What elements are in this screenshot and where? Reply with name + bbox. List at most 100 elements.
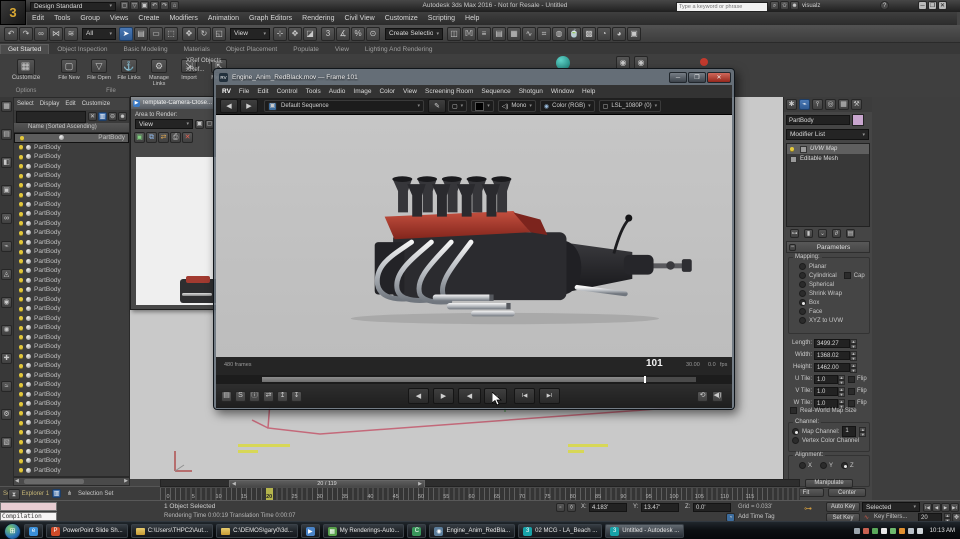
tray-autodesk-icon[interactable] — [881, 528, 887, 534]
selection-filter-select[interactable]: All▾ — [82, 28, 116, 40]
tray-leaf-icon[interactable] — [890, 528, 896, 534]
list-item[interactable]: PartBody — [14, 390, 129, 400]
visibility-bulb-icon[interactable] — [19, 459, 23, 463]
menu-item-modifiers[interactable]: Modifiers — [164, 13, 202, 25]
menu-item-views[interactable]: Views — [105, 13, 134, 25]
unlink-icon[interactable]: ⋈ — [49, 27, 63, 41]
taskbar-item-02-mcg-la-beach[interactable]: 302 MCG - LA_Beach ... — [518, 524, 602, 538]
param-field-u-tile[interactable]: U Tile:1.0▲▼Flip — [786, 373, 871, 385]
z-field[interactable]: 0.0' — [693, 503, 731, 512]
taskbar-item-media[interactable]: ▶ — [301, 524, 320, 538]
step-back-button[interactable]: ◀ — [408, 388, 429, 404]
layer-manager-icon[interactable]: ▤ — [492, 27, 506, 41]
rv-close-button[interactable]: ✕ — [707, 72, 731, 83]
angle-snap-icon[interactable]: ∡ — [336, 27, 350, 41]
visibility-bulb-icon[interactable] — [19, 383, 23, 387]
remove-modifier-icon[interactable]: ∂ — [832, 229, 841, 238]
panel-icon-light[interactable]: ✺ — [1, 325, 12, 336]
radio-icon[interactable] — [799, 317, 806, 324]
rv-video-area[interactable] — [216, 115, 732, 357]
spinner[interactable]: ▲▼ — [850, 339, 857, 348]
rv-menu-shotgun[interactable]: Shotgun — [515, 85, 547, 98]
list-item[interactable]: PartBody — [14, 456, 129, 466]
ribbon-tab-lighting-and-rendering[interactable]: Lighting And Rendering — [357, 44, 441, 54]
key-mode-select[interactable]: Selected▾ — [862, 502, 920, 512]
print-image-icon[interactable]: ⎙ — [170, 132, 181, 143]
ribbon-tab-basic-modeling[interactable]: Basic Modeling — [115, 44, 175, 54]
pick-parent-icon[interactable]: ☻ — [118, 112, 127, 121]
visibility-bulb-icon[interactable] — [19, 183, 23, 187]
list-item[interactable]: PartBody — [14, 190, 129, 200]
open-file-icon[interactable]: ▽ — [130, 1, 139, 10]
list-item[interactable]: PartBody — [14, 361, 129, 371]
object-name-field[interactable]: PartBody — [786, 115, 850, 125]
clear-image-icon[interactable]: ✕ — [182, 132, 193, 143]
param-field-length[interactable]: Length:3499.27▲▼ — [786, 337, 871, 349]
tab-hierarchy[interactable]: ⫯ — [812, 99, 823, 110]
visibility-bulb-icon[interactable] — [19, 316, 23, 320]
rv-menu-color[interactable]: Color — [375, 85, 399, 98]
list-item[interactable]: PartBody — [14, 447, 129, 457]
explorer-search-input[interactable] — [16, 111, 86, 123]
record-dot-icon[interactable] — [700, 58, 708, 66]
list-item[interactable]: PartBody — [14, 295, 129, 305]
radio-icon[interactable] — [799, 308, 806, 315]
visibility-bulb-icon[interactable] — [19, 354, 23, 358]
visibility-bulb-icon[interactable] — [19, 373, 23, 377]
project-folder-icon[interactable]: ⌂ — [170, 1, 179, 10]
help-icon[interactable]: ? — [880, 1, 889, 10]
redo-icon[interactable]: ↷ — [19, 27, 33, 41]
list-item[interactable]: PartBody — [14, 409, 129, 419]
mark-out-icon[interactable]: ↧ — [291, 391, 302, 402]
explorer-mode-icon[interactable]: ▥ — [52, 489, 61, 498]
mirror-icon[interactable]: 𝕄 — [462, 27, 476, 41]
menu-item-animation[interactable]: Animation — [203, 13, 244, 25]
manage-links-button[interactable]: ⚙Manage Links — [146, 56, 172, 87]
maxscript-mini-listener-pink[interactable] — [0, 502, 57, 511]
vertex-color-radio-row[interactable]: Vertex Color Channel — [789, 436, 869, 445]
rv-back-icon[interactable]: ◀ — [220, 99, 238, 113]
panel-icon-shape[interactable]: ◬ — [1, 269, 12, 280]
spinner[interactable]: ▲▼ — [850, 363, 857, 372]
play-backward-button[interactable]: ◀ — [458, 388, 481, 404]
rv-playhead[interactable] — [644, 376, 646, 383]
map-channel-radio-row[interactable]: Map Channel: 1 ▲▼ — [789, 427, 869, 436]
tab-modify[interactable]: ⌁ — [799, 99, 810, 110]
edit-named-selections-icon[interactable]: ◫ — [447, 27, 461, 41]
open-in-viewport-icon[interactable]: ▣ — [627, 27, 641, 41]
panel-icon-explorer[interactable]: ▦ — [1, 101, 12, 112]
user-icon[interactable]: ☻ — [790, 1, 799, 10]
customize-button[interactable]: ▦ Customize — [4, 56, 48, 86]
center-button[interactable]: Center — [828, 488, 866, 497]
rv-menu-image[interactable]: Image — [349, 85, 375, 98]
list-item[interactable]: PartBody — [14, 304, 129, 314]
tab-display[interactable]: ▦ — [838, 99, 849, 110]
panel-icon-system[interactable]: ⚙ — [1, 409, 12, 420]
select-object-icon[interactable]: ➤ — [119, 27, 133, 41]
copy-image-icon[interactable]: ⧉ — [146, 132, 157, 143]
minimize-button[interactable]: ─ — [918, 1, 927, 10]
save-file-icon[interactable]: ▣ — [140, 1, 149, 10]
rv-scrub-bar[interactable] — [216, 375, 732, 384]
mapping-radio-planar[interactable]: Planar — [789, 262, 869, 271]
rv-sequence-select[interactable]: ▣Default Sequence ▾ — [264, 100, 424, 112]
configure-modifier-icon[interactable]: ▤ — [846, 229, 855, 238]
list-item[interactable]: PartBody — [14, 285, 129, 295]
list-item[interactable]: PartBody — [14, 171, 129, 181]
go-to-start-icon[interactable]: I◀ — [923, 503, 932, 512]
rv-maximize-button[interactable]: ❐ — [688, 72, 706, 83]
vertex-color-radio[interactable] — [792, 437, 799, 444]
modifier-stack-item[interactable]: UVW Map — [787, 144, 869, 154]
value-field[interactable]: 1368.02 — [814, 351, 850, 360]
find-icon[interactable]: ▥ — [98, 112, 107, 121]
menu-item-help[interactable]: Help — [460, 13, 484, 25]
taskbar-item-powerpoint-slide-sh[interactable]: PPowerPoint Slide Sh... — [46, 524, 128, 538]
spinner-snap-icon[interactable]: ⊙ — [366, 27, 380, 41]
add-time-tag-label[interactable]: Add Time Tag — [738, 514, 775, 520]
list-item[interactable]: PartBody — [14, 181, 129, 191]
visibility-bulb-icon[interactable] — [19, 288, 23, 292]
file-new-button[interactable]: ▢File New — [56, 56, 82, 87]
play-animation-icon[interactable]: ▶ — [941, 503, 950, 512]
visibility-bulb-icon[interactable] — [19, 440, 23, 444]
radio-icon[interactable] — [799, 281, 806, 288]
